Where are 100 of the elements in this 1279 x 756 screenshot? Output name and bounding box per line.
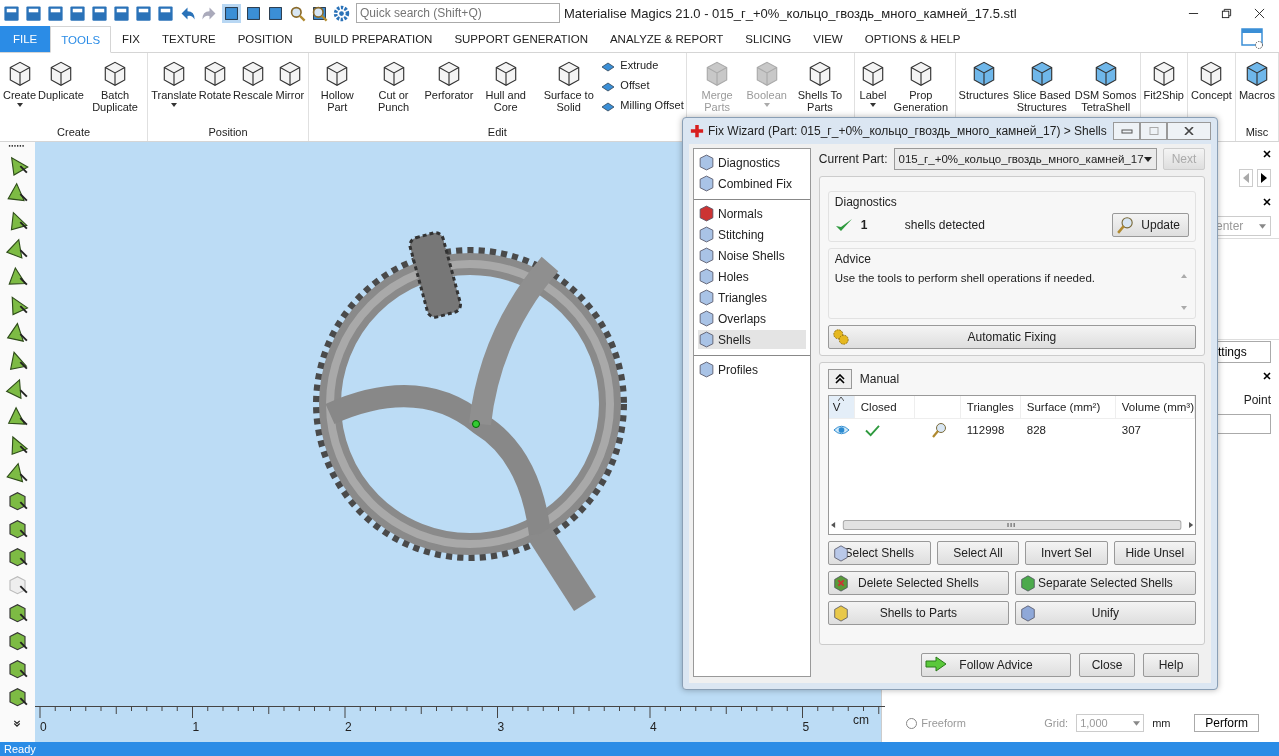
restore-icon[interactable]: [1221, 7, 1232, 19]
ribbon-button[interactable]: Rescale: [232, 53, 274, 126]
action-button[interactable]: Delete Selected Shells: [827, 571, 1009, 595]
cube-icon: [698, 268, 715, 285]
menu-tab[interactable]: SLICING: [734, 26, 803, 52]
footer-button[interactable]: Help: [1143, 653, 1199, 677]
menu-tab[interactable]: TEXTURE: [150, 26, 227, 52]
ribbon-button[interactable]: Duplicate: [37, 53, 85, 126]
chevron-icon: [834, 374, 845, 384]
medical-cross-icon: [690, 124, 704, 138]
ribbon-button[interactable]: Cut or Punch: [363, 53, 424, 126]
ruler-label: 1: [192, 720, 200, 734]
menu-tab[interactable]: FIX: [111, 26, 151, 52]
cube-icon: [1018, 604, 1037, 622]
column-header[interactable]: V: [832, 401, 841, 413]
zoom-icon[interactable]: [930, 422, 947, 438]
perform-button[interactable]: Perform: [1194, 714, 1259, 732]
action-button[interactable]: Select All: [936, 541, 1020, 565]
ribbon-button[interactable]: Perforator: [423, 53, 475, 126]
wizard-step[interactable]: Noise Shells: [698, 246, 806, 265]
update-button[interactable]: Update: [1112, 213, 1189, 237]
ribbon-button[interactable]: Milling Offset: [600, 97, 684, 113]
action-button[interactable]: Invert Sel: [1025, 541, 1108, 565]
wizard-step[interactable]: Holes: [698, 267, 806, 286]
more-icon[interactable]: [12, 718, 23, 728]
ruler-label: 5: [802, 720, 810, 734]
ribbon-button[interactable]: Offset: [600, 77, 684, 93]
window-settings-icon[interactable]: [1241, 28, 1265, 50]
eye-icon[interactable]: [832, 424, 850, 436]
ribbon-button[interactable]: Rotate: [197, 53, 233, 126]
toolbar-icon[interactable]: [5, 461, 30, 484]
wizard-step[interactable]: Shells: [698, 330, 806, 349]
close-button[interactable]: [1167, 122, 1211, 140]
wizard-step[interactable]: Profiles: [698, 360, 806, 379]
ribbon-button[interactable]: Macros: [1237, 53, 1276, 126]
minimize-icon: [1120, 127, 1133, 135]
ribbon-button[interactable]: Extrude: [600, 57, 684, 73]
document-icon: [698, 361, 715, 378]
cube-icon: [698, 310, 715, 327]
close-icon[interactable]: [1263, 198, 1271, 206]
cube-icon: [698, 331, 715, 348]
menu-tab[interactable]: ANALYZE & REPORT: [598, 26, 735, 52]
close-icon[interactable]: [1263, 372, 1271, 380]
settings-icon[interactable]: [332, 3, 351, 23]
menu-tab[interactable]: VIEW: [802, 26, 854, 52]
wizard-step[interactable]: Triangles: [698, 288, 806, 307]
toolbar-icon[interactable]: [222, 3, 241, 23]
ribbon-button[interactable]: Batch Duplicate: [84, 53, 146, 126]
menu-tab[interactable]: SUPPORT GENERATION: [443, 26, 599, 52]
menu-tab[interactable]: POSITION: [226, 26, 304, 52]
group-label: Edit: [487, 126, 507, 140]
search-field[interactable]: Quick search (Shift+Q): [356, 3, 560, 23]
menu-tab[interactable]: FILE: [0, 26, 51, 52]
collapse-button[interactable]: [827, 369, 852, 389]
wizard-step[interactable]: Normals: [698, 204, 806, 223]
caret-icon: [763, 103, 770, 107]
toolbar-icon[interactable]: [5, 237, 30, 260]
cube-icon: [698, 205, 715, 222]
toolbar-icon[interactable]: [5, 321, 30, 344]
ribbon-button[interactable]: Surface to Solid: [537, 53, 601, 126]
toolbar-icon[interactable]: [5, 377, 30, 400]
action-button[interactable]: Unify: [1014, 601, 1196, 625]
close-icon: [1183, 127, 1195, 135]
close-icon[interactable]: [1263, 150, 1271, 158]
toolbar-icon[interactable]: [5, 181, 30, 204]
wizard-step[interactable]: Diagnostics: [698, 153, 806, 172]
part-dropdown[interactable]: 015_г_+0%_кольцо_гвоздь_много_камней_17: [893, 148, 1157, 170]
footer-button[interactable]: Follow Advice: [921, 653, 1071, 677]
ribbon-button[interactable]: Hull and Core: [474, 53, 538, 126]
toolbar-icon[interactable]: [5, 265, 30, 288]
section-title: Diagnostics: [834, 195, 898, 209]
ruler-unit: cm: [852, 713, 869, 727]
action-button[interactable]: Shells to Parts: [827, 601, 1009, 625]
wizard-step[interactable]: Stitching: [698, 225, 806, 244]
group-label: Misc: [1245, 126, 1269, 140]
column-header[interactable]: Closed: [860, 401, 897, 413]
toolbar-icon[interactable]: [5, 405, 30, 428]
menu-tab[interactable]: TOOLS: [50, 26, 112, 53]
automatic-fixing-button[interactable]: Automatic Fixing: [827, 325, 1196, 349]
group-label: Position: [208, 126, 248, 140]
menu-tab[interactable]: BUILD PREPARATION: [303, 26, 444, 52]
ribbon-button[interactable]: Create: [2, 53, 38, 126]
column-header[interactable]: Volume (mm³): [1121, 401, 1194, 413]
scroll-right-icon[interactable]: [1257, 169, 1271, 187]
footer-button[interactable]: Close: [1079, 653, 1135, 677]
wizard-step[interactable]: Combined Fix: [698, 174, 806, 193]
cube-icon: [831, 574, 850, 592]
ribbon-button[interactable]: Hollow Part: [310, 53, 364, 126]
action-button[interactable]: Separate Selected Shells: [1014, 571, 1196, 595]
close-icon[interactable]: [1254, 7, 1265, 19]
caret-icon: [170, 103, 177, 107]
wizard-step[interactable]: Overlaps: [698, 309, 806, 328]
ribbon-button[interactable]: Mirror: [273, 53, 306, 126]
menu-tab[interactable]: OPTIONS & HELP: [853, 26, 972, 52]
section-title: Advice: [834, 252, 872, 266]
shell-count: 1: [860, 218, 869, 232]
column-header[interactable]: Surface (mm²): [1026, 401, 1101, 413]
ribbon-button[interactable]: Translate: [150, 53, 198, 126]
action-button[interactable]: Hide Unsel: [1113, 541, 1196, 565]
column-header[interactable]: Triangles: [966, 401, 1014, 413]
